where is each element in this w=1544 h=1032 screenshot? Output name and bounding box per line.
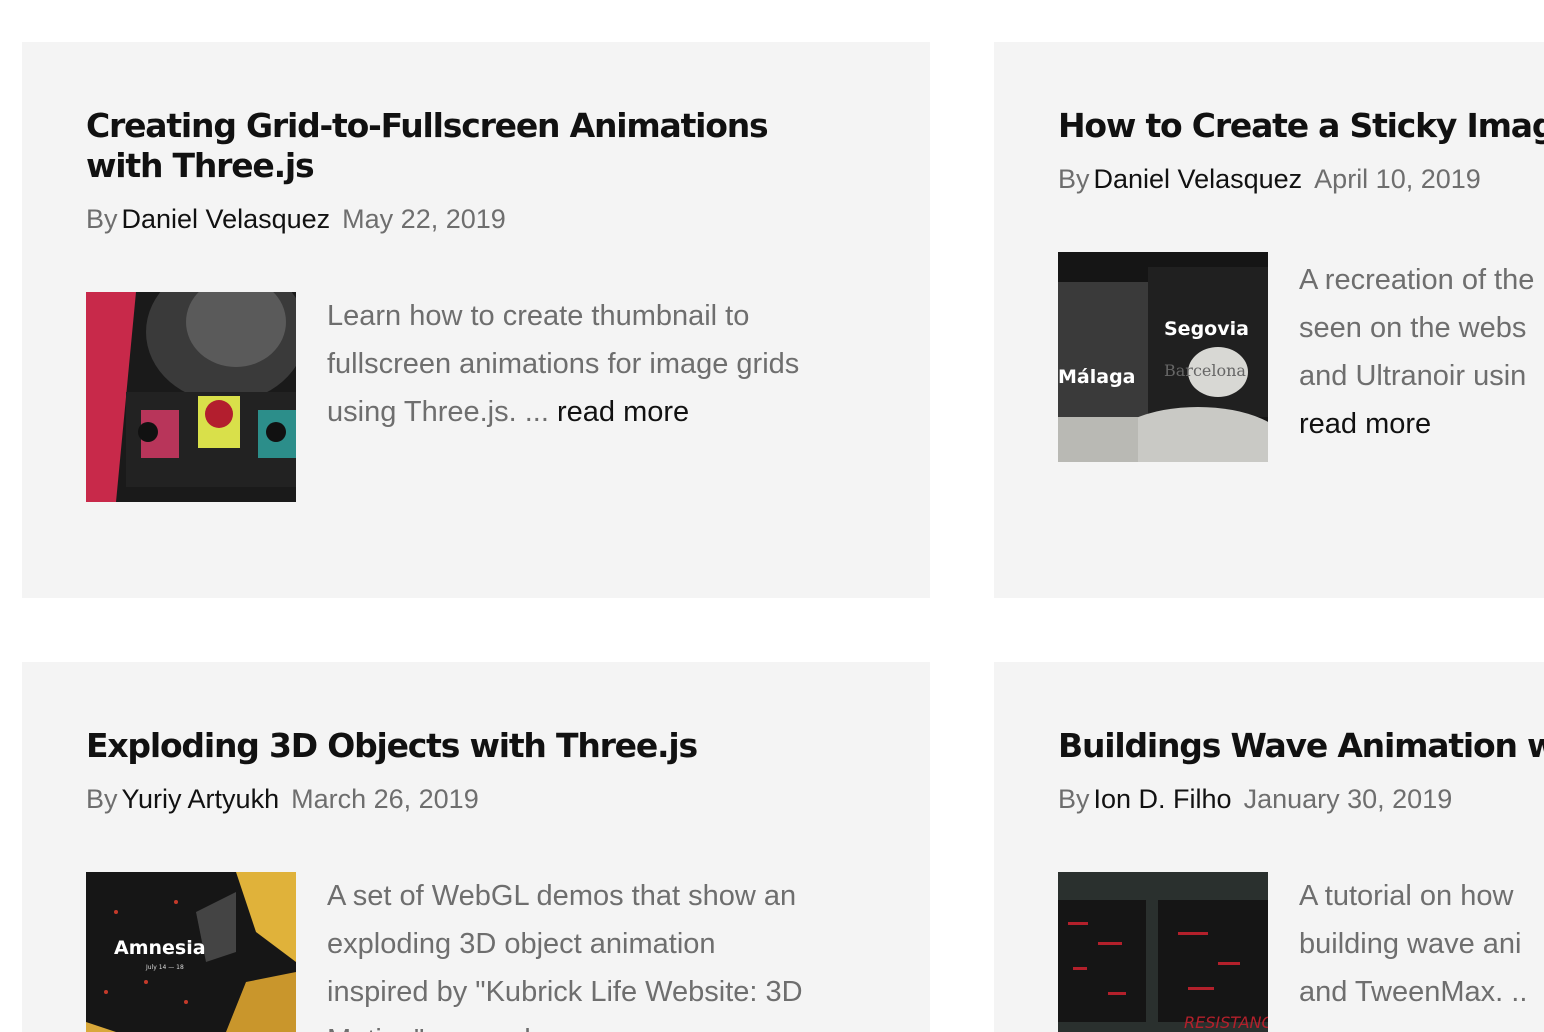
article-card: Creating Grid-to-Fullscreen Animations w…	[22, 42, 930, 598]
article-card: Exploding 3D Objects with Three.js By Yur…	[22, 662, 930, 1032]
author-link[interactable]: Ion D. Filho	[1094, 784, 1232, 814]
thumb-word: Amnesia	[114, 937, 206, 959]
by-label: By	[1058, 784, 1090, 814]
publish-date: April 10, 2019	[1314, 164, 1481, 194]
thumb-word: Segovia	[1164, 318, 1249, 340]
article-excerpt: A set of WebGL demos that show an explod…	[327, 880, 803, 1032]
article-title[interactable]: Exploding 3D Objects with Three.js	[86, 726, 786, 766]
read-more-link[interactable]: read more	[1299, 408, 1431, 440]
author-link[interactable]: Yuriy Artyukh	[122, 784, 280, 814]
article-card: Buildings Wave Animation with T ByIon D.…	[994, 662, 1544, 1032]
article-meta: By Yuriy Artyukh March 26, 2019	[86, 782, 479, 816]
article-meta: By Ion D. Filho January 30, 2019	[1058, 782, 1452, 816]
by-label: By	[1058, 164, 1090, 194]
article-grid: Creating Grid-to-Fullscreen Animations w…	[0, 0, 1544, 1032]
article-thumbnail[interactable]	[86, 292, 296, 502]
by-label: By	[86, 784, 118, 814]
article-title[interactable]: Buildings Wave Animation with T	[1058, 726, 1544, 766]
thumb-word: Málaga	[1058, 366, 1135, 388]
author-link[interactable]: Daniel Velasquez	[1094, 164, 1303, 194]
thumb-word: July 14 — 18	[145, 964, 184, 971]
article-thumbnail[interactable]: Segovia Málaga Barcelona	[1058, 252, 1268, 462]
article-meta: By Daniel Velasquez May 22, 2019	[86, 202, 506, 236]
by-label: By	[86, 204, 118, 234]
read-more-link[interactable]: read more	[557, 396, 689, 428]
article-card: How to Create a Sticky Image Eff ByDanie…	[994, 42, 1544, 598]
publish-date: March 26, 2019	[291, 784, 479, 814]
article-meta: By Daniel Velasquez April 10, 2019	[1058, 162, 1481, 196]
thumb-word: RESISTANC	[1184, 1013, 1268, 1032]
article-thumbnail[interactable]: Amnesia July 14 — 18	[86, 872, 296, 1032]
article-title[interactable]: Creating Grid-to-Fullscreen Animations w…	[86, 106, 786, 186]
article-title[interactable]: How to Create a Sticky Image Eff	[1058, 106, 1544, 146]
article-excerpt: A recreation of the seen on the webs and…	[1299, 264, 1535, 440]
author-link[interactable]: Daniel Velasquez	[122, 204, 331, 234]
publish-date: May 22, 2019	[342, 204, 506, 234]
thumb-word: Barcelona	[1164, 361, 1246, 380]
article-thumbnail[interactable]: RESISTANC	[1058, 872, 1268, 1032]
publish-date: January 30, 2019	[1243, 784, 1453, 814]
article-excerpt: Learn how to create thumbnail to fullscr…	[327, 300, 800, 428]
article-excerpt: A tutorial on how building wave ani and …	[1299, 880, 1528, 1008]
